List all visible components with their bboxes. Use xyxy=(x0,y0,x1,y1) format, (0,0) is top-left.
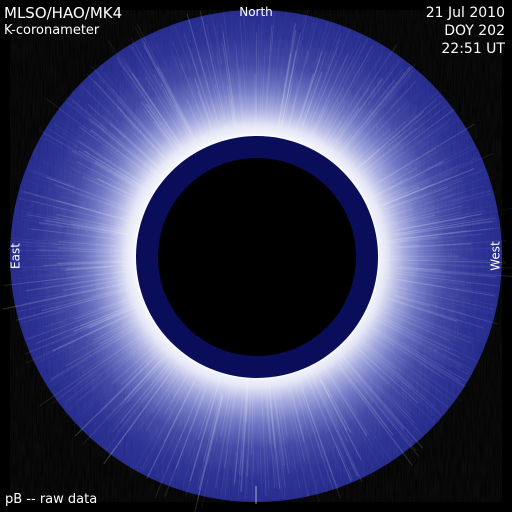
day-of-year: DOY 202 xyxy=(444,23,505,39)
instrument-type: K-coronameter xyxy=(4,23,100,38)
north-label: North xyxy=(239,5,273,19)
east-label: East xyxy=(8,243,23,269)
west-label: West xyxy=(488,241,503,271)
coronagraph-image: MLSO/HAO/MK4 K-coronameter 21 Jul 2010 D… xyxy=(0,0,512,512)
observation-time: 22:51 UT xyxy=(441,41,505,57)
occulter-core xyxy=(158,158,356,356)
corona-disk-image xyxy=(2,7,512,512)
corona-streak-outer xyxy=(27,258,67,260)
data-caption: pB -- raw data xyxy=(5,492,98,507)
